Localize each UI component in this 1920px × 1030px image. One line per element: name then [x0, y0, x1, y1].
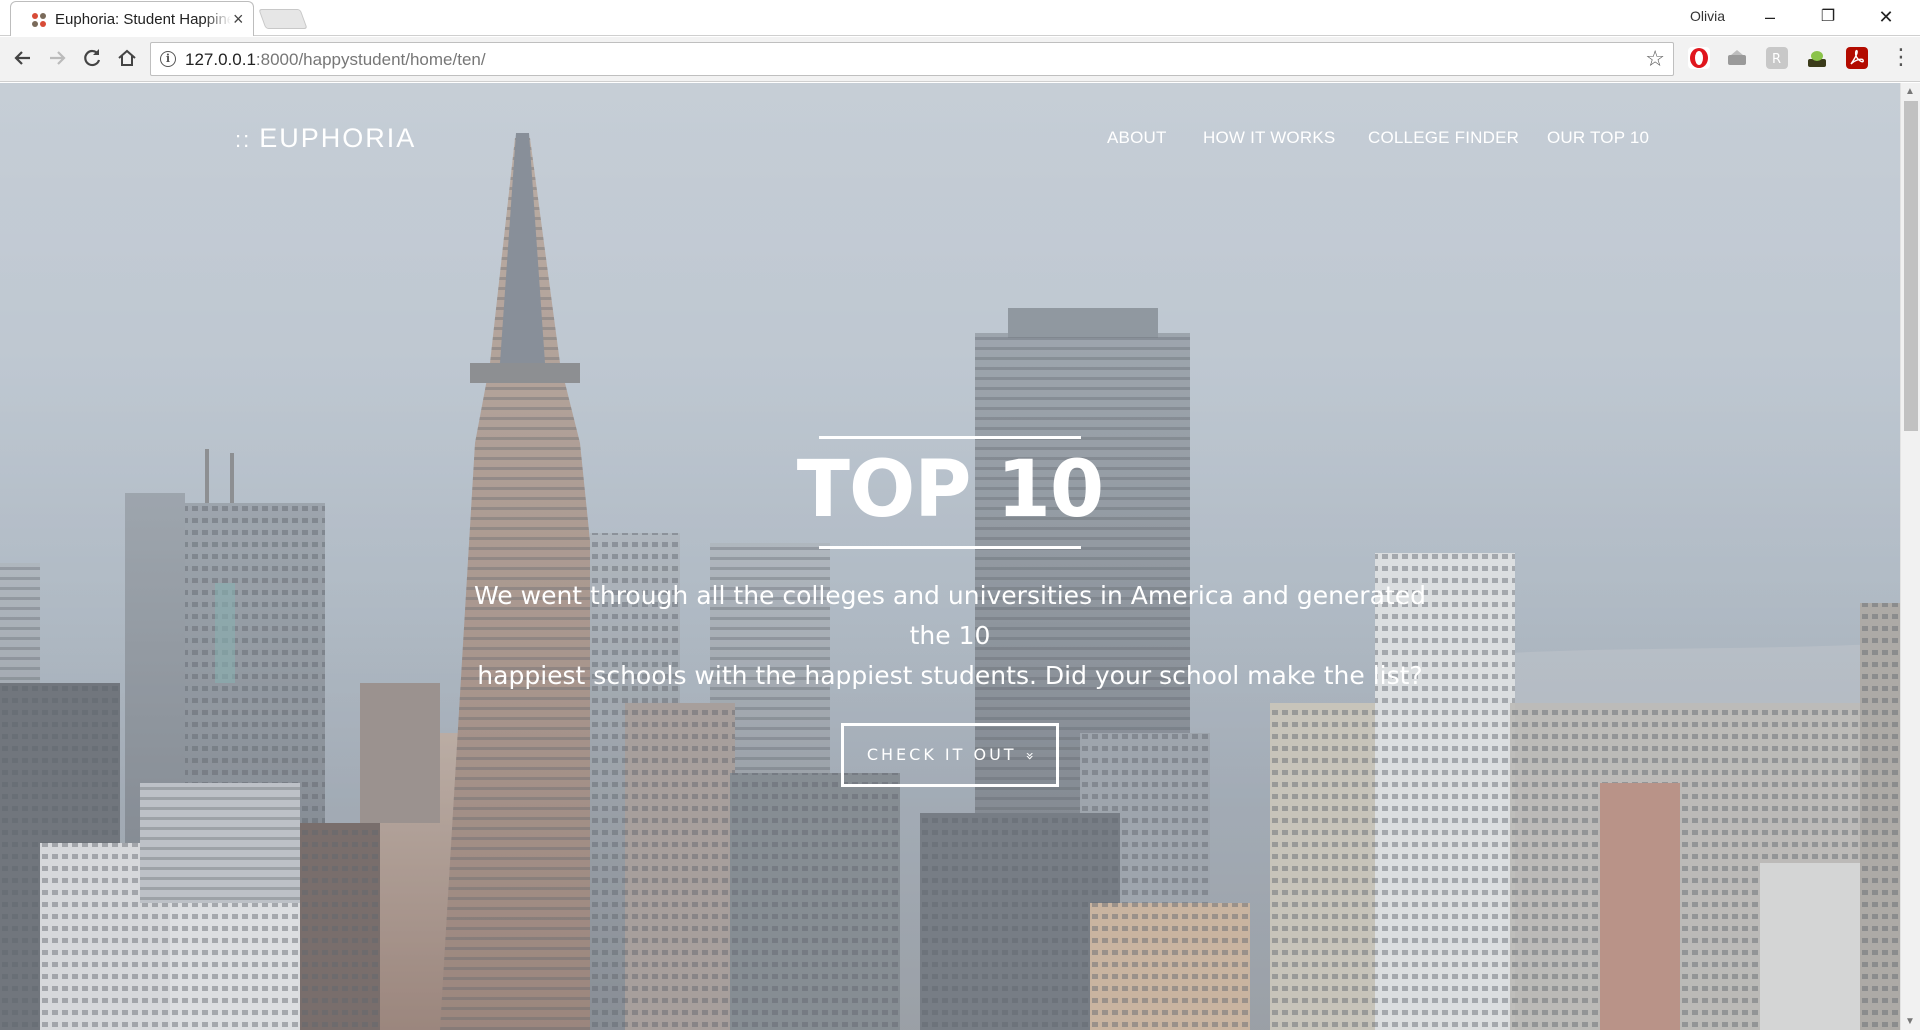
cta-label: CHECK IT OUT — [866, 745, 1017, 764]
nav-our-top-10[interactable]: OUR TOP 10 — [1547, 128, 1649, 148]
scroll-down-icon[interactable]: ▼ — [1905, 1016, 1915, 1027]
pdf-icon[interactable] — [1846, 47, 1868, 69]
url-host: 127.0.0.1 — [185, 50, 256, 69]
tab-title: Euphoria: Student Happiness — [55, 11, 231, 28]
reload-icon[interactable] — [79, 45, 105, 71]
chevron-down-icon: » — [1020, 751, 1037, 761]
logo-text: EUPHORIA — [259, 123, 417, 153]
bookmark-star-icon[interactable]: ☆ — [1645, 46, 1665, 72]
browser-title-bar: Euphoria: Student Happiness × Olivia – ❐… — [0, 0, 1920, 36]
nav-about[interactable]: ABOUT — [1107, 128, 1167, 148]
site-logo[interactable]: :: EUPHORIA — [235, 123, 416, 154]
page-viewport: :: EUPHORIA ABOUT HOW IT WORKS COLLEGE FI… — [0, 83, 1900, 1030]
drive-icon[interactable] — [1726, 47, 1748, 69]
opera-icon[interactable] — [1688, 47, 1710, 69]
nav-college-finder[interactable]: COLLEGE FINDER — [1368, 128, 1519, 148]
hero-bottom-rule — [819, 546, 1081, 549]
home-icon[interactable] — [114, 45, 140, 71]
url-text[interactable]: 127.0.0.1:8000/happystudent/home/ten/ — [185, 50, 486, 70]
hero-title: TOP 10 — [796, 445, 1104, 535]
close-window-button[interactable]: ✕ — [1858, 2, 1914, 32]
tab-close-icon[interactable]: × — [233, 9, 244, 29]
hero-description: We went through all the colleges and uni… — [450, 576, 1450, 696]
forward-icon[interactable] — [44, 45, 70, 71]
browser-tab[interactable]: Euphoria: Student Happiness × — [10, 1, 254, 36]
hero-top-rule — [819, 436, 1081, 439]
address-bar[interactable]: i 127.0.0.1:8000/happystudent/home/ten/ … — [150, 42, 1674, 76]
page-scrollbar[interactable]: ▲ ▼ — [1900, 83, 1920, 1030]
scroll-up-icon[interactable]: ▲ — [1905, 86, 1915, 97]
hero-line-1: We went through all the colleges and uni… — [474, 581, 1426, 650]
favicon-icon — [31, 12, 47, 28]
extension-icon[interactable] — [1806, 47, 1828, 69]
svg-text:R: R — [1772, 52, 1781, 67]
check-it-out-button[interactable]: CHECK IT OUT» — [841, 723, 1059, 787]
nav-how-it-works[interactable]: HOW IT WORKS — [1203, 128, 1335, 148]
hero-overlay — [0, 83, 1900, 1030]
back-icon[interactable] — [10, 45, 36, 71]
browser-menu-icon[interactable]: ⋮ — [1890, 46, 1912, 68]
scroll-thumb[interactable] — [1904, 101, 1918, 431]
browser-toolbar: i 127.0.0.1:8000/happystudent/home/ten/ … — [0, 37, 1920, 82]
restore-button[interactable]: ❐ — [1800, 2, 1856, 32]
logo-colons: :: — [235, 127, 252, 152]
site-info-icon[interactable]: i — [160, 51, 176, 67]
reader-icon[interactable]: R — [1766, 47, 1788, 69]
hero-line-2: happiest schools with the happiest stude… — [477, 661, 1423, 690]
new-tab-button[interactable] — [258, 9, 308, 29]
profile-name[interactable]: Olivia — [1690, 8, 1725, 24]
minimize-button[interactable]: – — [1742, 2, 1798, 32]
url-path: :8000/happystudent/home/ten/ — [255, 50, 486, 69]
